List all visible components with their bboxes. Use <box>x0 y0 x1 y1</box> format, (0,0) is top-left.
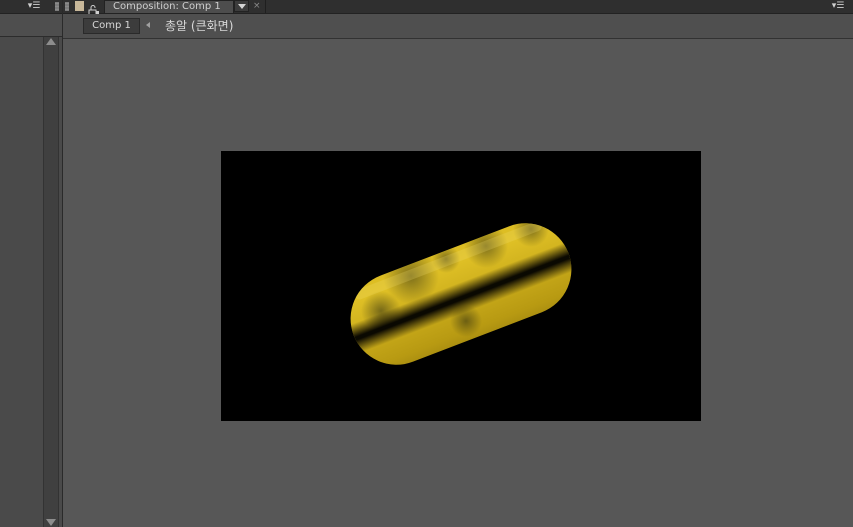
composition-panel: Composition: Comp 1 × ▾☰ Comp 1 총알 (큰화면) <box>63 0 853 527</box>
close-icon[interactable]: × <box>253 0 261 12</box>
left-panel: ▾☰ <box>0 0 63 527</box>
scroll-up-arrow-icon[interactable] <box>46 38 56 45</box>
tab-dropdown-button[interactable] <box>234 0 249 12</box>
composition-canvas[interactable] <box>221 151 701 421</box>
panel-menu-icon[interactable]: ▾☰ <box>829 0 847 12</box>
scroll-down-arrow-icon[interactable] <box>46 519 56 526</box>
tab-composition[interactable]: Composition: Comp 1 <box>104 0 234 13</box>
label-color-swatch-icon[interactable] <box>75 1 84 11</box>
grip-handle-icon[interactable] <box>65 2 69 11</box>
tab-divider <box>265 0 266 13</box>
composition-tabbar: Composition: Comp 1 × ▾☰ <box>63 0 853 17</box>
left-panel-scrollbar[interactable] <box>43 37 59 527</box>
rendered-frame <box>337 209 585 379</box>
app-window: ▾☰ Composition: Comp 1 × ▾☰ Comp 1 총알 (큰… <box>0 0 853 527</box>
composition-viewer[interactable] <box>63 39 853 527</box>
left-panel-tabbar: ▾☰ <box>0 0 62 14</box>
comp-flow-button[interactable]: Comp 1 <box>83 18 140 34</box>
left-panel-header <box>0 14 62 37</box>
flow-left-arrow-icon[interactable] <box>146 22 150 28</box>
composition-navigator: Comp 1 총알 (큰화면) <box>63 14 853 39</box>
nested-comp-link[interactable]: 총알 (큰화면) <box>165 18 233 34</box>
tab-composition-label: Composition: Comp 1 <box>113 1 221 12</box>
dropdown-arrow-icon <box>238 4 246 9</box>
lock-icon[interactable] <box>88 1 100 17</box>
panel-menu-icon[interactable]: ▾☰ <box>25 0 43 12</box>
grip-handle-icon[interactable] <box>55 2 59 11</box>
bullet-object <box>337 209 585 379</box>
